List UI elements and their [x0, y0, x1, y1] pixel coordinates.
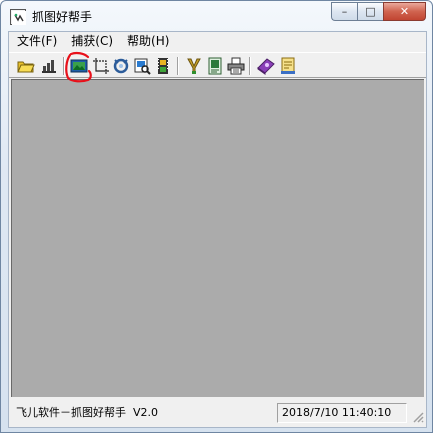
- client-area: 文件(F) 捕获(C) 帮助(H) 飞儿软件－抓图好帮手 V2.0 2018/7…: [8, 31, 427, 428]
- title-bar[interactable]: 抓图好帮手 – □ ✕: [1, 1, 432, 31]
- app-icon[interactable]: [10, 9, 26, 25]
- status-datetime: 2018/7/10 11:40:10: [277, 403, 407, 423]
- caption-buttons: – □ ✕: [331, 2, 426, 22]
- capture-canvas[interactable]: [11, 79, 424, 397]
- toolbar-separator: [177, 57, 179, 75]
- print-icon[interactable]: [227, 57, 245, 75]
- resize-grip-icon[interactable]: [412, 411, 424, 423]
- menu-help[interactable]: 帮助(H): [121, 32, 175, 51]
- edit-icon[interactable]: [206, 57, 224, 75]
- help-book-icon[interactable]: [257, 57, 275, 75]
- menu-file[interactable]: 文件(F): [11, 32, 63, 51]
- status-app-info: 飞儿软件－抓图好帮手 V2.0: [11, 403, 275, 423]
- app-window: 抓图好帮手 – □ ✕ 文件(F) 捕获(C) 帮助(H) 飞儿软件－抓图好帮手…: [0, 0, 433, 433]
- minimize-button[interactable]: –: [331, 2, 357, 21]
- status-bar: 飞儿软件－抓图好帮手 V2.0 2018/7/10 11:40:10: [9, 401, 426, 425]
- open-folder-icon[interactable]: [17, 57, 35, 75]
- window-title: 抓图好帮手: [32, 10, 93, 24]
- capture-region-icon[interactable]: [92, 57, 110, 75]
- paint-icon[interactable]: [185, 57, 203, 75]
- close-button[interactable]: ✕: [383, 2, 426, 21]
- maximize-button[interactable]: □: [357, 2, 383, 21]
- status-app-name: 飞儿软件－抓图好帮手: [16, 406, 126, 419]
- menu-bar: 文件(F) 捕获(C) 帮助(H): [9, 32, 426, 51]
- status-version: V2.0: [133, 406, 159, 419]
- save-icon[interactable]: [40, 57, 58, 75]
- toolbar-separator: [249, 57, 251, 75]
- capture-window-icon[interactable]: [112, 57, 130, 75]
- toolbar: [9, 52, 426, 78]
- capture-scroll-icon[interactable]: [154, 57, 172, 75]
- toolbar-separator: [63, 57, 65, 75]
- about-icon[interactable]: [279, 57, 297, 75]
- capture-object-icon[interactable]: [133, 57, 151, 75]
- capture-screen-icon[interactable]: [70, 57, 88, 75]
- menu-capture[interactable]: 捕获(C): [65, 32, 119, 51]
